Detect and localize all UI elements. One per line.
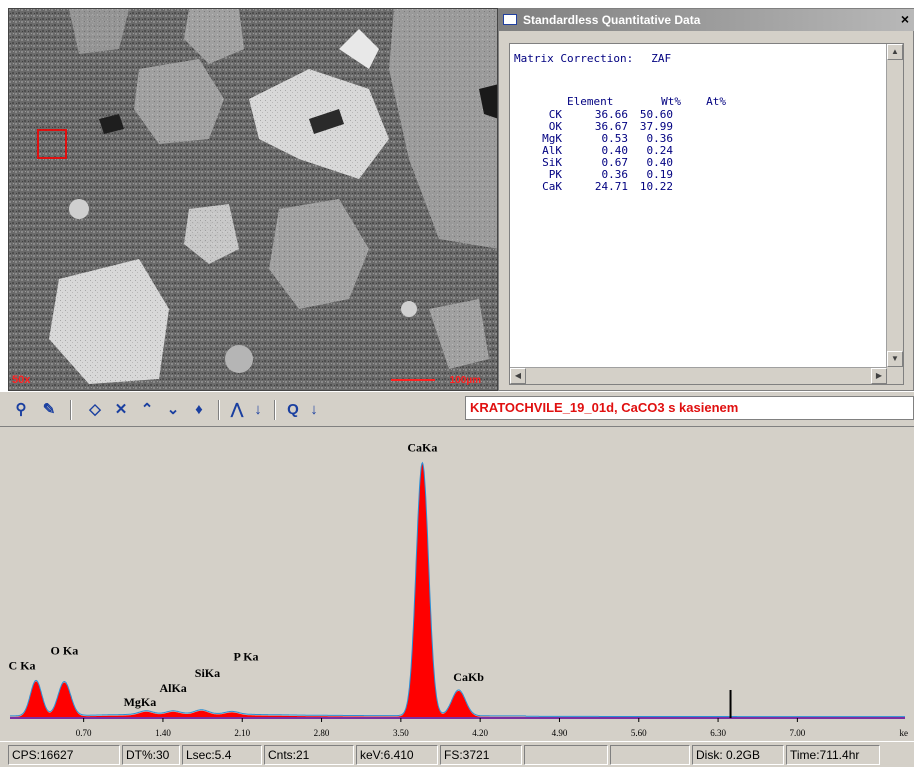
- quant-window-title: Standardless Quantitative Data: [523, 13, 701, 27]
- toolbar-separator: [218, 400, 220, 420]
- x-tick-label: 7.00: [789, 728, 805, 738]
- peak-label: MgKa: [124, 695, 157, 709]
- element-wt: 24.71: [594, 180, 628, 193]
- x-tick-label: 2.80: [314, 728, 330, 738]
- x-tick-label: 4.90: [552, 728, 568, 738]
- zoom-icon[interactable]: Q: [282, 400, 304, 420]
- status-empty-1: [524, 745, 608, 765]
- peaks-icon[interactable]: ⋀: [226, 400, 248, 420]
- peak-label: CaKa: [407, 441, 437, 455]
- header-wt: Wt%: [661, 95, 681, 108]
- peak-label: AlKa: [159, 681, 186, 695]
- magnification-label: 50x: [12, 374, 31, 386]
- quant-data-window: Standardless Quantitative Data × Matrix …: [498, 8, 914, 391]
- peak-label: CaKb: [453, 670, 484, 684]
- lower-icon[interactable]: ⌄: [162, 400, 184, 420]
- scale-bar-label: 100µm: [449, 375, 481, 386]
- x-tick-label: 2.10: [234, 728, 250, 738]
- horizontal-scrollbar[interactable]: ◀ ▶: [510, 367, 887, 384]
- element-row: OK 36.67 37.99: [514, 121, 886, 133]
- vertical-scrollbar[interactable]: ▲ ▼: [886, 44, 903, 384]
- roi-selection-box[interactable]: [37, 129, 67, 159]
- peak-label: P Ka: [234, 649, 259, 663]
- matrix-label: Matrix Correction:: [514, 52, 634, 65]
- x-tick-label: 5.60: [631, 728, 647, 738]
- peak-label: C Ka: [9, 658, 36, 672]
- palette-icon[interactable]: ♦: [188, 400, 210, 420]
- scale-bar: [391, 379, 435, 381]
- x-tick-label: 3.50: [393, 728, 409, 738]
- toolbar-separator: [274, 400, 276, 420]
- x-axis-label: ke: [900, 728, 909, 738]
- column-headers: Element Wt% At%: [514, 81, 886, 108]
- quant-window-titlebar[interactable]: Standardless Quantitative Data ×: [499, 9, 914, 31]
- status-cps: CPS:16627: [8, 745, 120, 765]
- status-dt: DT%:30: [122, 745, 180, 765]
- x-tick-label: 6.30: [710, 728, 726, 738]
- spectrum-title: KRATOCHVILE_19_01d, CaCO3 s kasienem: [465, 396, 914, 420]
- quant-report: Matrix Correction: ZAF Element Wt% At% CK 36…: [514, 52, 886, 367]
- matrix-value: ZAF: [651, 52, 672, 65]
- matrix-correction-row: Matrix Correction: ZAF: [514, 52, 886, 66]
- peak-label: SiKa: [195, 666, 220, 680]
- status-time: Time:711.4hr: [786, 745, 880, 765]
- x-tick-label: 4.20: [472, 728, 488, 738]
- element-row: MgK 0.53 0.36: [514, 133, 886, 145]
- element-at: 10.22: [639, 180, 673, 193]
- sem-image: [9, 9, 497, 390]
- spectrum-toolbar: ⚲ ✎ ◇ ✕ ⌃ ⌄ ♦ ⋀ ↓ Q ↓ KRATOCHVILE_19_01d…: [0, 391, 914, 427]
- quant-text-area[interactable]: Matrix Correction: ZAF Element Wt% At% CK 36…: [509, 43, 904, 385]
- status-empty-2: [610, 745, 690, 765]
- peak-label: O Ka: [51, 644, 79, 658]
- brush-icon[interactable]: ✎: [38, 400, 60, 420]
- probe-icon[interactable]: ⚲: [10, 400, 32, 420]
- scroll-left-icon[interactable]: ◀: [510, 368, 526, 384]
- window-icon: [503, 14, 517, 25]
- scroll-down-icon[interactable]: ▼: [887, 351, 903, 367]
- element-row: CaK 24.71 10.22: [514, 181, 886, 193]
- peaks-dropdown-icon[interactable]: ↓: [250, 400, 266, 420]
- element-row: AlK 0.40 0.24: [514, 145, 886, 157]
- spectrum-panel[interactable]: 0.70 1.40 2.10 2.80 3.50 4.20 4.90 5.60 6.30 7.00…: [0, 427, 914, 741]
- header-element: Element: [566, 95, 614, 108]
- element-row: PK 0.36 0.19: [514, 169, 886, 181]
- element-row: SiK 0.67 0.40: [514, 157, 886, 169]
- element-name: CaK: [542, 180, 562, 193]
- raise-icon[interactable]: ⌃: [136, 400, 158, 420]
- header-at: At%: [706, 95, 726, 108]
- sem-image-panel[interactable]: 50x 100µm: [8, 8, 498, 391]
- scroll-right-icon[interactable]: ▶: [871, 368, 887, 384]
- zoom-dropdown-icon[interactable]: ↓: [306, 400, 322, 420]
- status-disk: Disk: 0.2GB: [692, 745, 784, 765]
- x-tick-label: 1.40: [155, 728, 171, 738]
- toolbar-separator: [70, 400, 72, 420]
- x-tick-label: 0.70: [76, 728, 92, 738]
- spectrum-chart: 0.70 1.40 2.10 2.80 3.50 4.20 4.90 5.60 6.30 7.00…: [9, 441, 909, 738]
- expand-icon[interactable]: ◇: [84, 400, 106, 420]
- close-button[interactable]: ×: [897, 11, 913, 27]
- status-lsec: Lsec:5.4: [182, 745, 262, 765]
- element-rows: CK 36.66 50.60 OK 36.67 37.99 MgK 0.53 0.36 AlK 0.…: [514, 109, 886, 193]
- status-cnts: Cnts:21: [264, 745, 354, 765]
- contract-icon[interactable]: ✕: [110, 400, 132, 420]
- status-kev: keV:6.410: [356, 745, 438, 765]
- status-fs: FS:3721: [440, 745, 522, 765]
- scroll-up-icon[interactable]: ▲: [887, 44, 903, 60]
- status-bar: CPS:16627 DT%:30 Lsec:5.4 Cnts:21 keV:6.…: [0, 741, 914, 767]
- element-row: CK 36.66 50.60: [514, 109, 886, 121]
